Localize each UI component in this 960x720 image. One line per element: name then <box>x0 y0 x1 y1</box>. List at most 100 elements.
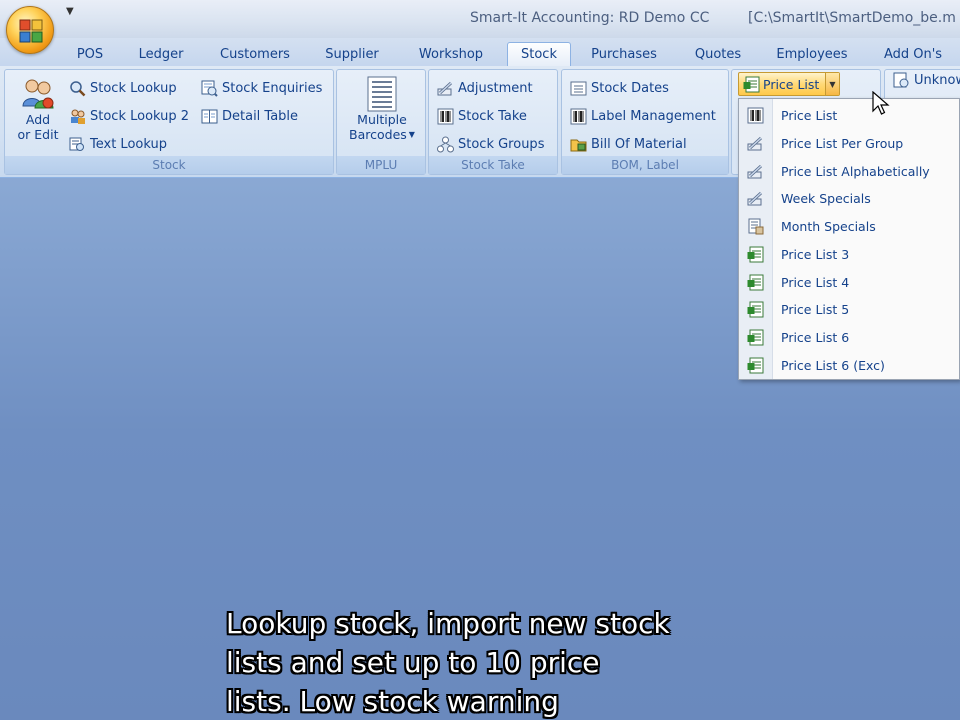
bill-of-material-button[interactable]: Bill Of Material <box>570 133 687 155</box>
stock-lookup-button[interactable]: Stock Lookup <box>69 77 177 99</box>
list-grid-icon <box>367 76 397 112</box>
menu-item-price-list-6-exc[interactable]: Price List 6 (Exc) <box>739 351 959 379</box>
subtitle-line-3: lists. Low stock warning <box>226 685 559 718</box>
price-list-dropdown-button[interactable]: Price List ▼ <box>738 72 840 96</box>
text-lookup-button[interactable]: Text Lookup <box>69 133 167 155</box>
document-list-icon <box>747 218 764 235</box>
menu-item-price-list-5[interactable]: Price List 5 <box>739 296 959 324</box>
tab-add-ons[interactable]: Add On's <box>874 42 952 66</box>
excel-sheet-icon <box>747 246 764 263</box>
menu-item-label: Price List 4 <box>781 274 850 290</box>
magnifier-icon <box>69 80 86 97</box>
enquiry-icon <box>201 80 218 97</box>
chevron-down-icon[interactable]: ▼ <box>825 73 839 95</box>
subtitle-line-1: Lookup stock, import new stock <box>226 607 670 640</box>
barcode-icon <box>747 107 764 124</box>
stock-take-button[interactable]: Stock Take <box>437 105 527 127</box>
menu-item-label: Price List <box>781 108 838 124</box>
quick-access-dropdown-icon[interactable]: ▼ <box>66 6 74 17</box>
adjustment-button[interactable]: Adjustment <box>437 77 533 99</box>
excel-sheet-icon <box>747 301 764 318</box>
ribbon-tabs: POS Ledger Customers Supplier Workshop S… <box>0 38 960 66</box>
add-or-edit-label-1: Add <box>25 112 51 127</box>
excel-sheet-icon <box>747 274 764 291</box>
menu-item-label: Price List Alphabetically <box>781 163 930 179</box>
window-title: Smart-It Accounting: RD Demo CC <box>470 10 710 26</box>
menu-item-price-list-4[interactable]: Price List 4 <box>739 268 959 296</box>
menu-item-label: Price List 5 <box>781 302 850 318</box>
menu-item-label: Price List 6 <box>781 329 850 345</box>
pencil-stack-icon <box>747 135 764 152</box>
barcode-label-icon <box>570 108 587 125</box>
stock-groups-button[interactable]: Stock Groups <box>437 133 544 155</box>
tab-purchases[interactable]: Purchases <box>584 42 664 66</box>
pencil-stack-icon <box>437 80 454 97</box>
stock-lookup-label: Stock Lookup <box>90 80 177 96</box>
barcode-icon <box>437 108 454 125</box>
ribbon-group-bom-label: Stock Dates Label Management Bill Of Mat… <box>561 69 729 175</box>
ribbon-group-label-mplu: MPLU <box>337 156 425 174</box>
menu-item-price-list-3[interactable]: Price List 3 <box>739 241 959 269</box>
label-management-label: Label Management <box>591 108 716 124</box>
excel-sheet-icon <box>747 329 764 346</box>
menu-item-price-list-6[interactable]: Price List 6 <box>739 324 959 352</box>
menu-item-price-list-per-group[interactable]: Price List Per Group <box>739 130 959 158</box>
tab-supplier[interactable]: Supplier <box>316 42 388 66</box>
video-subtitle: Lookup stock, import new stock lists and… <box>226 604 826 720</box>
tab-workshop[interactable]: Workshop <box>408 42 494 66</box>
detail-table-button[interactable]: Detail Table <box>201 105 298 127</box>
menu-item-label: Price List 3 <box>781 246 850 262</box>
stock-dates-button[interactable]: Stock Dates <box>570 77 669 99</box>
folder-box-icon <box>570 136 587 153</box>
stock-lookup-2-label: Stock Lookup 2 <box>90 108 190 124</box>
tab-quotes[interactable]: Quotes <box>686 42 750 66</box>
tab-pos[interactable]: POS <box>68 42 112 66</box>
people-icon <box>69 108 86 125</box>
excel-sheet-icon <box>743 76 760 93</box>
title-bar: ▼ Smart-It Accounting: RD Demo CC [C:\Sm… <box>0 0 960 38</box>
stock-take-label: Stock Take <box>458 108 527 124</box>
tab-employees[interactable]: Employees <box>770 42 854 66</box>
application-menu-button[interactable] <box>6 6 54 54</box>
ribbon-group-stock-take: Adjustment Stock Take Stock Groups Stock… <box>428 69 558 175</box>
menu-item-week-specials[interactable]: Week Specials <box>739 185 959 213</box>
calendar-icon <box>570 80 587 97</box>
pencil-stack-icon <box>747 163 764 180</box>
stock-lookup-2-button[interactable]: Stock Lookup 2 <box>69 105 189 127</box>
menu-item-month-specials[interactable]: Month Specials <box>739 213 959 241</box>
text-search-icon <box>69 136 86 153</box>
add-or-edit-label-2: or Edit <box>17 127 59 142</box>
tab-ledger[interactable]: Ledger <box>130 42 192 66</box>
stock-enquiries-button[interactable]: Stock Enquiries <box>201 77 322 99</box>
label-management-button[interactable]: Label Management <box>570 105 716 127</box>
tab-stock[interactable]: Stock <box>507 42 571 66</box>
multiple-barcodes-label-2: Barcodes <box>349 127 407 142</box>
book-icon <box>201 108 218 125</box>
menu-item-label: Price List 6 (Exc) <box>781 357 885 373</box>
text-lookup-label: Text Lookup <box>90 136 167 152</box>
ribbon-group-label-bom-label: BOM, Label <box>562 156 728 174</box>
users-icon <box>22 79 54 109</box>
detail-table-label: Detail Table <box>222 108 299 124</box>
ribbon-group-label-stock: Stock <box>5 156 333 174</box>
multiple-barcodes-button[interactable]: Multiple Barcodes ▼ <box>343 76 421 142</box>
menu-item-label: Price List Per Group <box>781 136 904 152</box>
excel-sheet-icon <box>747 357 764 374</box>
price-list-menu: Price List Price List Per Group Price List… <box>738 98 960 380</box>
menu-item-price-list-alphabetically[interactable]: Price List Alphabetically <box>739 157 959 185</box>
unknown-button[interactable]: Unknown <box>893 72 960 89</box>
tab-customers[interactable]: Customers <box>212 42 298 66</box>
menu-item-label: Month Specials <box>781 219 876 235</box>
add-or-edit-button[interactable]: Add or Edit <box>13 76 63 142</box>
price-list-button-label: Price List <box>763 76 820 92</box>
window-path: [C:\SmartIt\SmartDemo_be.m <box>748 10 956 26</box>
menu-item-label: Week Specials <box>781 191 871 207</box>
menu-item-price-list[interactable]: Price List <box>739 102 959 130</box>
adjustment-label: Adjustment <box>458 80 533 96</box>
stock-dates-label: Stock Dates <box>591 80 669 96</box>
app-logo-icon <box>19 19 43 43</box>
ribbon-group-stock: Add or Edit Stock Lookup Stock Lookup 2 … <box>4 69 334 175</box>
unknown-button-label: Unknown <box>914 73 960 88</box>
pencil-stack-icon <box>747 190 764 207</box>
dropdown-arrow-icon: ▼ <box>408 130 415 139</box>
